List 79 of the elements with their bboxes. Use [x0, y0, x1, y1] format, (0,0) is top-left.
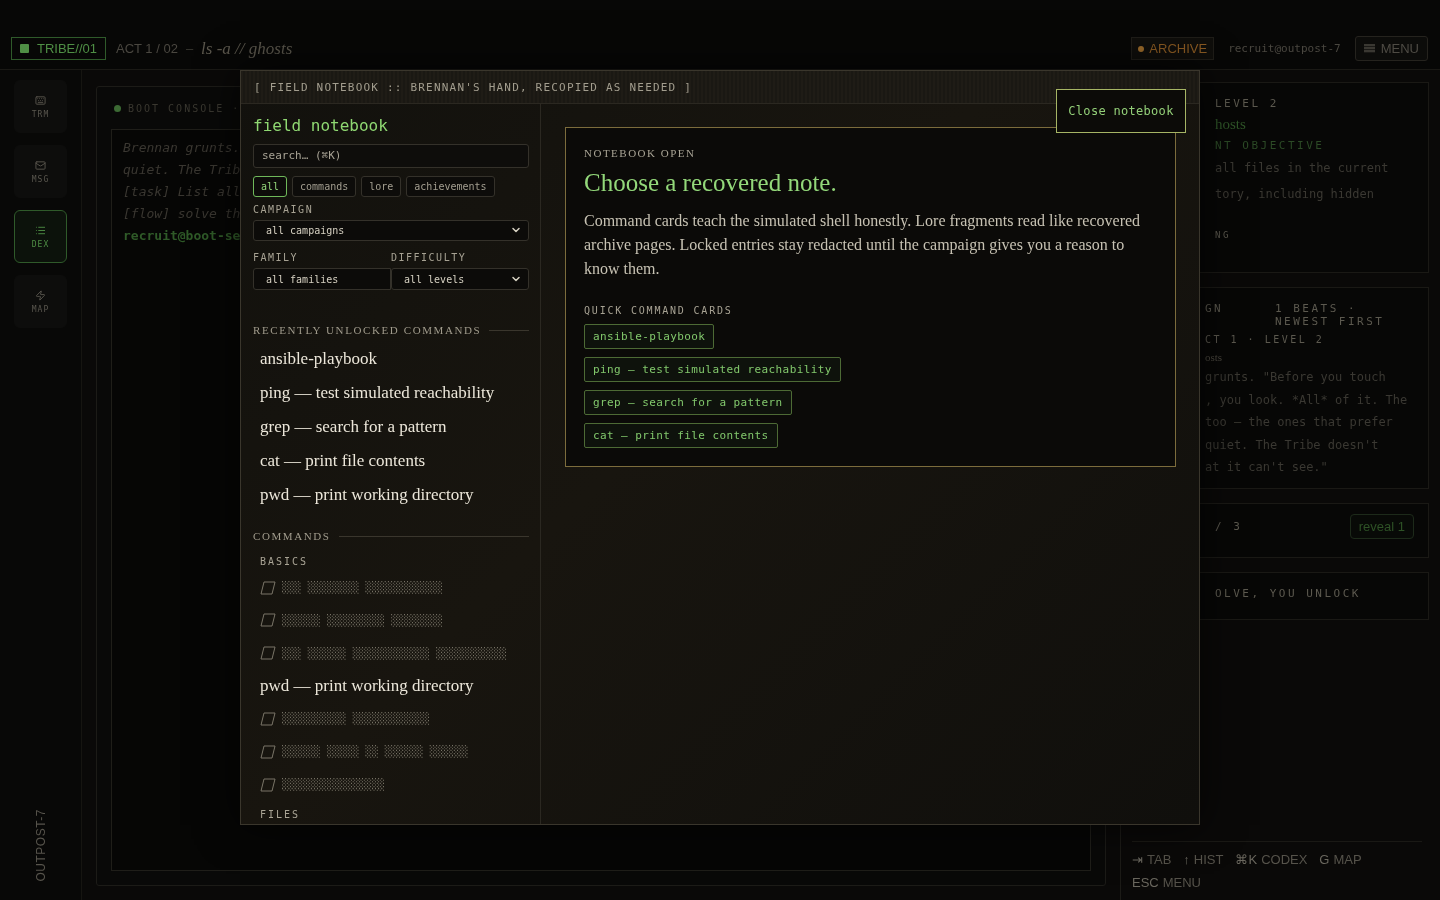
- redacted-entry: ░░░ ░░░░░░ ░░░░░░░░░░░░ ░░░░░░░░░░░: [282, 646, 507, 660]
- parallelogram-icon: [260, 743, 276, 760]
- detail-heading: Choose a recovered note.: [584, 169, 837, 197]
- redacted-entry: ░░░░░░ ░░░░░░░░░ ░░░░░░░░: [282, 613, 443, 627]
- section-heading: QUICK COMMAND CARDS: [584, 305, 733, 316]
- eyebrow-label: NOTEBOOK OPEN: [584, 147, 696, 159]
- mail-icon: [35, 159, 46, 171]
- search-field[interactable]: search… (⌘K): [253, 144, 529, 168]
- parallelogram-icon: [260, 579, 276, 596]
- section-heading: RECENTLY UNLOCKED COMMANDS: [253, 324, 482, 337]
- command-card[interactable]: grep — search for a pattern: [584, 390, 792, 415]
- filter-tab[interactable]: achievements: [406, 175, 495, 197]
- status-dot-icon: [1138, 45, 1145, 52]
- shortcut-label: MENU: [1162, 875, 1201, 890]
- shortcut-key: ⌘K: [1235, 852, 1258, 867]
- section-label: GN: [1205, 302, 1225, 317]
- filter-tab[interactable]: all: [253, 175, 288, 197]
- level-title: ls -a // ghosts: [201, 38, 293, 59]
- square-icon: [20, 44, 29, 53]
- log-meta: 1 BEATS · NEWEST FIRST: [1275, 302, 1386, 328]
- group-heading: FILES: [260, 808, 301, 820]
- parallelogram-icon: [260, 776, 276, 793]
- section-heading: COMMANDS: [253, 530, 331, 543]
- nav-item[interactable]: DEX: [14, 210, 67, 263]
- command-card[interactable]: ping — test simulated reachability: [584, 357, 841, 382]
- shortcut-key: G: [1319, 852, 1330, 867]
- detail-text: Command cards teach the simulated shell honestly. Lore fragments read like recovered archive pages. Locked entries stay redacted until the campaign gives you a reason to know them.: [584, 211, 1142, 279]
- command-entry[interactable]: pwd — print working directory: [253, 478, 474, 513]
- shortcut-key: ESC: [1132, 875, 1159, 890]
- notebook-title: field notebook: [253, 116, 388, 135]
- command-entry[interactable]: pwd — print working directory: [260, 676, 474, 697]
- command-entry[interactable]: grep — search for a pattern: [253, 410, 447, 445]
- menu-icon: [1363, 44, 1375, 53]
- redacted-entry: ░░░░░░░░░░ ░░░░░░░░░░░░: [282, 712, 430, 726]
- parallelogram-icon: [260, 710, 276, 727]
- filter-tab[interactable]: lore: [361, 175, 402, 197]
- family-select[interactable]: all families: [253, 268, 391, 291]
- log-subtitle: CT 1 · LEVEL 2: [1205, 334, 1325, 345]
- status-dot-icon: [114, 104, 121, 112]
- bolt-icon: [35, 289, 46, 301]
- shortcut-label: HIST: [1193, 852, 1224, 867]
- shortcut-label: CODEX: [1261, 852, 1308, 867]
- unlock-label: OLVE, YOU UNLOCK: [1215, 586, 1361, 600]
- tribe-badge: TRIBE//01: [11, 37, 106, 60]
- parallelogram-icon: [260, 645, 276, 662]
- redacted-entry: ░░░░░░░░░░░░░░░░: [282, 778, 385, 792]
- keyboard-icon: [35, 94, 46, 106]
- group-heading: BASICS: [260, 556, 309, 568]
- field-label: FAMILY: [253, 252, 299, 264]
- command-entry[interactable]: cat — print file contents: [253, 444, 426, 479]
- filter-tab[interactable]: commands: [292, 175, 357, 197]
- level-name: hosts: [1215, 116, 1246, 133]
- redacted-entry: ░░░ ░░░░░░░░ ░░░░░░░░░░░░: [282, 581, 443, 595]
- status-label: NG: [1215, 230, 1231, 240]
- shortcut-key: ↑: [1183, 852, 1190, 867]
- redacted-entry: ░░░░░░ ░░░░░ ░░ ░░░░░░ ░░░░░░: [282, 745, 469, 759]
- shell-prompt: recruit@boot-se: [123, 227, 241, 245]
- campaign-select[interactable]: all campaigns: [253, 219, 529, 242]
- separator: –: [185, 41, 194, 56]
- dialog-title: [ FIELD NOTEBOOK :: BRENNAN'S HAND, RECOPIED AS NEEDED ]: [254, 80, 693, 94]
- close-button[interactable]: Close notebook: [1056, 89, 1186, 133]
- shortcut-key: ⇥: [1132, 852, 1143, 867]
- field-label: DIFFICULTY: [391, 252, 467, 264]
- difficulty-select[interactable]: all levels: [391, 268, 529, 291]
- user-label: recruit@outpost-7: [1228, 42, 1341, 55]
- parallelogram-icon: [260, 612, 276, 629]
- act-label: ACT 1 / 02: [115, 41, 178, 56]
- list-icon: [35, 224, 46, 236]
- field-label: CAMPAIGN: [253, 203, 314, 215]
- command-entry[interactable]: ping — test simulated reachability: [253, 376, 495, 411]
- shortcut-label: TAB: [1147, 852, 1172, 867]
- command-entry[interactable]: ansible-playbook: [253, 342, 378, 377]
- shortcut-label: MAP: [1333, 852, 1362, 867]
- outpost-label: OUTPOST-7: [33, 809, 48, 882]
- objective-label: NT OBJECTIVE: [1215, 139, 1325, 152]
- command-card[interactable]: ansible-playbook: [584, 324, 715, 349]
- level-label: LEVEL 2: [1215, 97, 1279, 110]
- command-card[interactable]: cat — print file contents: [584, 423, 778, 448]
- hint-count: / 3: [1215, 519, 1243, 533]
